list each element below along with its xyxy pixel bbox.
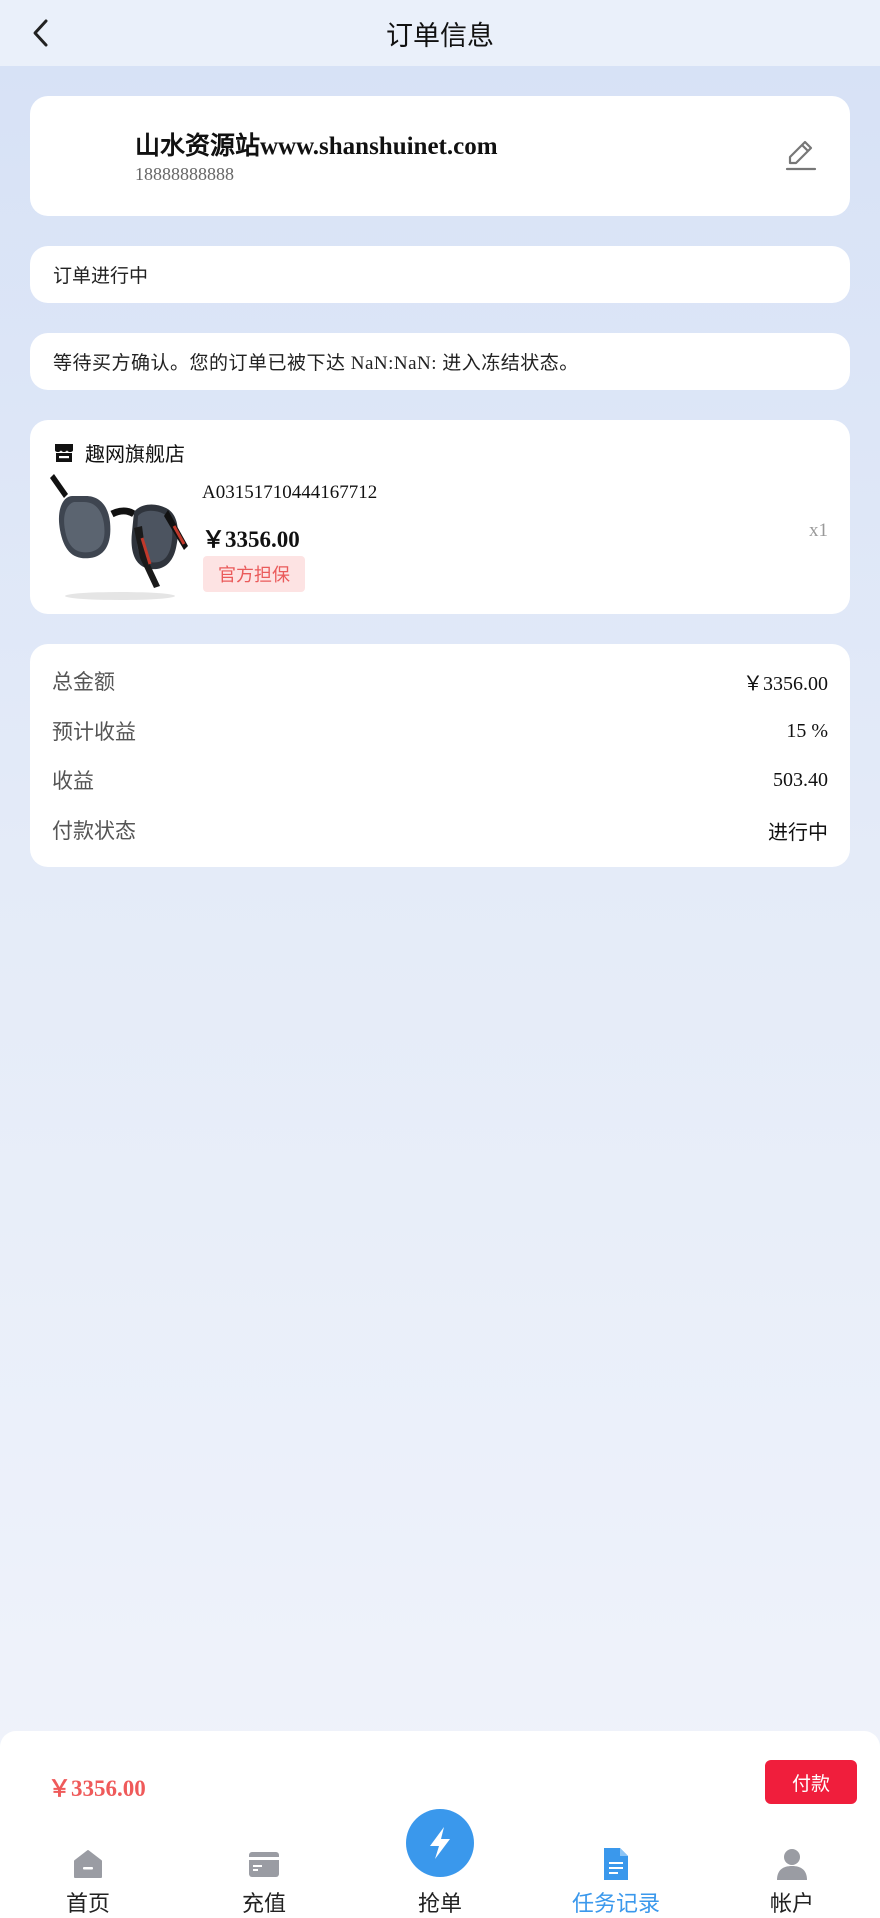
user-phone: 18888888888 bbox=[135, 164, 234, 184]
product-card: 趣网旗舰店 A03151710444167712 ￥3356.00 官方担保 x… bbox=[30, 420, 850, 614]
summary-row-total: 总金额 ￥3356.00 bbox=[52, 666, 828, 696]
order-status-text: 订单进行中 bbox=[53, 266, 149, 287]
document-icon bbox=[604, 1848, 628, 1880]
tab-label: 首页 bbox=[65, 1892, 110, 1917]
shop-name: 趣网旗舰店 bbox=[85, 442, 185, 466]
product-quantity: x1 bbox=[809, 520, 828, 541]
order-summary-card: 总金额 ￥3356.00 预计收益 15 % 收益 503.40 付款状态 进行… bbox=[30, 644, 850, 867]
summary-value: 15 % bbox=[786, 719, 828, 742]
guarantee-badge: 官方担保 bbox=[203, 556, 305, 592]
bottom-tabbar: 首页 充值 抢单 任务记录 帐户 bbox=[0, 1809, 880, 1918]
product-price: ￥3356.00 bbox=[202, 527, 300, 552]
user-card: 山水资源站www.shanshuinet.com 18888888888 bbox=[30, 96, 850, 216]
product-image[interactable] bbox=[50, 468, 190, 603]
summary-label: 预计收益 bbox=[52, 720, 136, 744]
tab-home[interactable]: 首页 bbox=[0, 1835, 176, 1918]
shop-row: 趣网旗舰店 bbox=[52, 438, 185, 467]
product-code: A03151710444167712 bbox=[202, 482, 378, 503]
tab-label: 充值 bbox=[241, 1892, 286, 1917]
summary-value: ￥3356.00 bbox=[743, 672, 828, 695]
tab-label: 任务记录 bbox=[571, 1892, 660, 1917]
order-status-card: 订单进行中 bbox=[30, 246, 850, 303]
edit-pencil-icon[interactable] bbox=[782, 136, 820, 174]
tab-recharge[interactable]: 充值 bbox=[176, 1835, 352, 1918]
home-icon bbox=[74, 1850, 102, 1878]
pay-button[interactable]: 付款 bbox=[765, 1760, 857, 1804]
back-button[interactable] bbox=[22, 13, 62, 53]
summary-row-earnings: 收益 503.40 bbox=[52, 765, 828, 795]
pay-total: ￥3356.00 bbox=[48, 1776, 146, 1801]
store-icon bbox=[55, 443, 73, 462]
summary-row-expected-rate: 预计收益 15 % bbox=[52, 716, 828, 746]
summary-label: 收益 bbox=[52, 769, 94, 793]
tab-account[interactable]: 帐户 bbox=[704, 1835, 880, 1918]
wallet-icon bbox=[249, 1852, 279, 1877]
page-title: 订单信息 bbox=[386, 20, 494, 52]
summary-label: 总金额 bbox=[52, 670, 115, 694]
tab-label: 抢单 bbox=[417, 1892, 462, 1917]
user-name: 山水资源站www.shanshuinet.com bbox=[135, 133, 498, 160]
summary-value: 进行中 bbox=[768, 819, 828, 844]
lightning-icon bbox=[406, 1809, 474, 1877]
notice-card: 等待买方确认。您的订单已被下达 NaN:NaN: 进入冻结状态。 bbox=[30, 333, 850, 390]
tab-grab-order[interactable]: 抢单 bbox=[352, 1809, 528, 1918]
tab-task-records[interactable]: 任务记录 bbox=[528, 1835, 704, 1918]
header: 订单信息 bbox=[0, 0, 880, 66]
user-icon bbox=[777, 1849, 807, 1880]
notice-text: 等待买方确认。您的订单已被下达 NaN:NaN: 进入冻结状态。 bbox=[53, 353, 579, 374]
summary-row-payment-status: 付款状态 进行中 bbox=[52, 815, 828, 845]
summary-value: 503.40 bbox=[773, 768, 828, 791]
tab-label: 帐户 bbox=[769, 1892, 814, 1917]
summary-label: 付款状态 bbox=[52, 819, 136, 843]
chevron-left-icon bbox=[33, 19, 48, 47]
